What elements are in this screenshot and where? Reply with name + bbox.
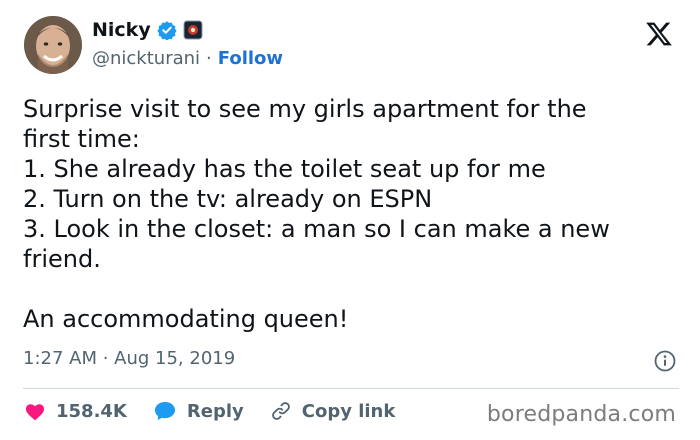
divider — [23, 388, 679, 389]
heart-icon — [24, 401, 46, 421]
watermark: boredpanda.com — [486, 402, 676, 427]
link-icon — [270, 400, 292, 422]
reply-bubble-icon — [153, 400, 177, 422]
reply-button[interactable]: Reply — [153, 400, 244, 422]
display-name[interactable]: Nicky — [92, 19, 151, 41]
tweet-card: Nicky @nickturani · Follow Surprise visi… — [0, 0, 700, 440]
like-button[interactable]: 158.4K — [24, 401, 127, 422]
handle[interactable]: @nickturani — [92, 48, 200, 69]
timestamp[interactable]: 1:27 AM · Aug 15, 2019 — [23, 348, 235, 369]
reply-label: Reply — [186, 400, 244, 422]
follow-button[interactable]: Follow — [218, 48, 283, 69]
avatar[interactable] — [24, 16, 82, 74]
copy-link-button[interactable]: Copy link — [270, 400, 396, 422]
separator: · — [206, 48, 212, 69]
info-icon[interactable] — [654, 350, 676, 372]
x-logo-icon[interactable] — [645, 20, 673, 48]
action-bar: 158.4K Reply Copy link — [24, 400, 421, 422]
copy-link-label: Copy link — [301, 400, 396, 422]
verified-badge-icon — [157, 20, 177, 41]
handle-row: @nickturani · Follow — [92, 48, 283, 69]
likes-count: 158.4K — [56, 400, 127, 422]
tweet-text: Surprise visit to see my girls apartment… — [23, 95, 610, 333]
author-name-row: Nicky — [92, 19, 203, 41]
affiliate-badge-icon[interactable] — [183, 20, 203, 40]
